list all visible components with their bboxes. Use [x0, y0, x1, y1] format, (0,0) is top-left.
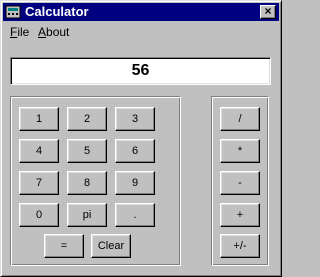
- calculator-window: Calculator × File About 56 1 2 3 4 5 6 7…: [0, 0, 282, 277]
- key-2[interactable]: 2: [67, 107, 107, 131]
- clear-button[interactable]: Clear: [91, 234, 131, 258]
- menu-about[interactable]: About: [38, 25, 69, 39]
- key-3[interactable]: 3: [115, 107, 155, 131]
- divide-button[interactable]: /: [220, 107, 260, 131]
- key-8[interactable]: 8: [67, 171, 107, 195]
- multiply-button[interactable]: *: [220, 139, 260, 163]
- key-pi[interactable]: pi: [67, 203, 107, 227]
- close-button[interactable]: ×: [260, 5, 276, 19]
- result-display: 56: [10, 57, 271, 85]
- menu-about-rest: bout: [46, 25, 70, 39]
- menu-file-rest: ile: [17, 25, 30, 39]
- negate-button[interactable]: +/-: [220, 234, 260, 258]
- key-0[interactable]: 0: [19, 203, 59, 227]
- key-6[interactable]: 6: [115, 139, 155, 163]
- calculator-icon: [5, 5, 21, 19]
- subtract-button[interactable]: -: [220, 171, 260, 195]
- key-9[interactable]: 9: [115, 171, 155, 195]
- menu-about-mnemonic: A: [38, 25, 47, 39]
- equals-button[interactable]: =: [44, 234, 84, 258]
- key-decimal[interactable]: .: [115, 203, 155, 227]
- menu-file[interactable]: File: [10, 25, 29, 39]
- title-bar[interactable]: Calculator ×: [3, 3, 279, 21]
- key-4[interactable]: 4: [19, 139, 59, 163]
- add-button[interactable]: +: [220, 203, 260, 227]
- key-1[interactable]: 1: [19, 107, 59, 131]
- key-5[interactable]: 5: [67, 139, 107, 163]
- key-7[interactable]: 7: [19, 171, 59, 195]
- close-icon: ×: [264, 4, 272, 18]
- window-title: Calculator: [25, 4, 89, 19]
